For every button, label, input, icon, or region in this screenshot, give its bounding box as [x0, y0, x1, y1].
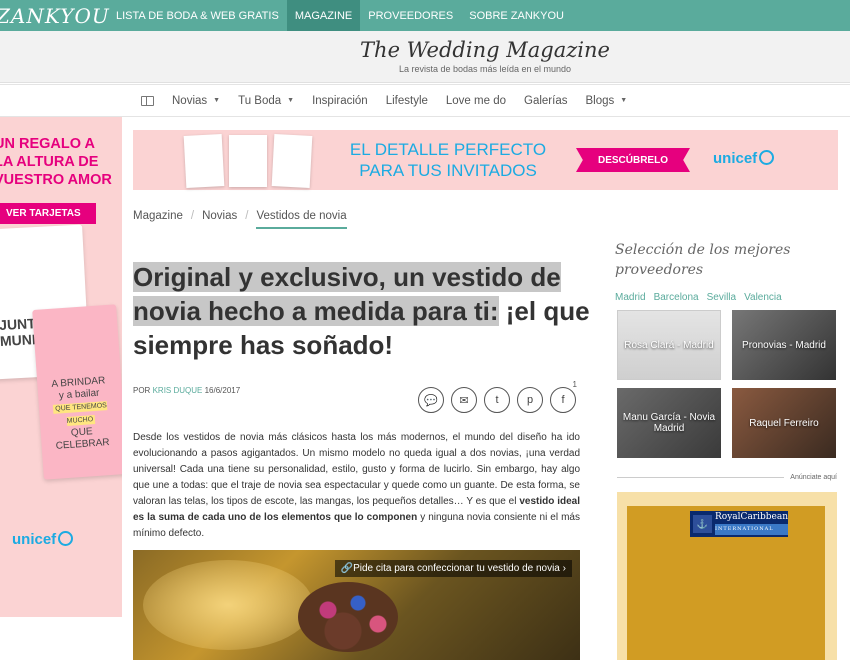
masthead: The Wedding Magazine La revista de bodas…	[0, 31, 850, 83]
breadcrumb-novias[interactable]: Novias	[202, 210, 237, 229]
unicef-logo: unicef	[12, 531, 74, 548]
ad-content: ⚓ RoyalCaribbean INTERNATIONAL	[627, 506, 825, 660]
envelope-icon: ✉	[459, 394, 469, 407]
twitter-share-button[interactable]: t	[484, 387, 510, 413]
top-nav-proveedores[interactable]: PROVEEDORES	[360, 0, 461, 31]
article-byline: POR KRIS DUQUE 16/6/2017	[133, 386, 241, 395]
section-nav-galerias[interactable]: Galerías	[524, 95, 567, 107]
breadcrumb-separator: /	[245, 210, 249, 222]
banner-headline: EL DETALLE PERFECTO PARA TUS INVITADOS	[349, 140, 547, 180]
speech-bubble-icon: 💬	[424, 394, 438, 407]
unicef-banner-ad[interactable]: EL DETALLE PERFECTO PARA TUS INVITADOS D…	[133, 130, 838, 190]
article-title: Original y exclusivo, un vestido de novi…	[133, 262, 590, 360]
section-nav-inspiracion[interactable]: Inspiración	[312, 95, 368, 107]
pide-cita-link[interactable]: 🔗Pide cita para confeccionar tu vestido …	[334, 560, 572, 577]
ad-card-thumbnail	[229, 135, 267, 187]
vendor-tile-manu-garcia[interactable]: Manu García - Novia Madrid	[617, 388, 721, 458]
vendor-tile-rosa-clara[interactable]: Rosa Clará - Madrid	[617, 310, 721, 380]
city-madrid[interactable]: Madrid	[615, 292, 646, 303]
anunciate-aqui-link[interactable]: Anúnciate aquí	[617, 474, 837, 481]
ad-card-thumbnail	[271, 134, 313, 188]
city-links: Madrid Barcelona Sevilla Valencia	[615, 292, 837, 303]
section-nav-blogs[interactable]: Blogs ▼	[585, 95, 627, 107]
city-sevilla[interactable]: Sevilla	[707, 292, 736, 303]
breadcrumb: Magazine / Novias / Vestidos de novia	[133, 210, 355, 229]
city-valencia[interactable]: Valencia	[744, 292, 782, 303]
vendor-tile-raquel-ferreiro[interactable]: Raquel Ferreiro	[732, 388, 836, 458]
zankyou-logo[interactable]: ZANKYOU	[0, 4, 109, 28]
link-icon: 🔗	[340, 563, 354, 574]
magazine-title[interactable]: The Wedding Magazine	[120, 38, 850, 62]
breadcrumb-separator: /	[190, 210, 195, 222]
ver-tarjetas-button[interactable]: VER TARJETAS	[0, 203, 96, 224]
descubrelo-button[interactable]: DESCÚBRELO	[576, 148, 690, 172]
ad-card-thumbnail	[183, 134, 225, 188]
breadcrumb-vestidos-de-novia[interactable]: Vestidos de novia	[256, 210, 347, 229]
ad-card-brindar: A BRINDAR y a bailar QUE TENEMOS MUCHO Q…	[32, 304, 122, 480]
caret-down-icon: ▼	[287, 97, 295, 104]
article-hero-photo: 🔗Pide cita para confeccionar tu vestido …	[133, 550, 580, 660]
breadcrumb-magazine[interactable]: Magazine	[133, 210, 183, 229]
top-nav-magazine[interactable]: MAGAZINE	[286, 0, 361, 31]
share-count: 1	[572, 380, 577, 389]
crown-anchor-icon: ⚓	[693, 515, 713, 533]
photo-light	[143, 560, 313, 650]
top-navigation-bar: ZANKYOU LISTA DE BODA & WEB GRATIS MAGAZ…	[0, 0, 850, 31]
section-navigation: Novias ▼ Tu Boda ▼ Inspiración Lifestyle L…	[0, 84, 850, 117]
section-nav-tu-boda[interactable]: Tu Boda ▼	[238, 95, 294, 107]
book-icon[interactable]	[141, 95, 154, 106]
caret-down-icon: ▼	[620, 97, 628, 104]
comment-button[interactable]: 💬	[418, 387, 444, 413]
unicef-logo: unicef	[713, 150, 775, 167]
vendor-tile-pronovias[interactable]: Pronovias - Madrid	[732, 310, 836, 380]
email-share-button[interactable]: ✉	[451, 387, 477, 413]
left-ad-headline: UN REGALO A LA ALTURA DE VUESTRO AMOR	[0, 136, 112, 188]
royal-caribbean-ad[interactable]: ⚓ RoyalCaribbean INTERNATIONAL	[617, 492, 837, 660]
share-buttons: 💬 ✉ t p f1	[418, 380, 583, 413]
author-link[interactable]: KRIS DUQUE	[153, 386, 203, 395]
article-date: 16/6/2017	[204, 386, 241, 395]
twitter-icon: t	[495, 394, 499, 406]
section-nav-love-me-do[interactable]: Love me do	[446, 95, 506, 107]
top-nav-lista-de-boda[interactable]: LISTA DE BODA & WEB GRATIS	[108, 0, 287, 31]
sidebar: Selección de los mejores proveedores Mad…	[615, 240, 837, 303]
chevron-right-icon: ›	[562, 563, 566, 574]
article-intro: Desde los vestidos de novia más clásicos…	[133, 432, 580, 539]
photo-flower-crown	[298, 582, 398, 652]
top-nav-sobre-zankyou[interactable]: SOBRE ZANKYOU	[461, 0, 572, 31]
sidebar-title: Selección de los mejores proveedores	[615, 242, 791, 278]
globe-icon	[759, 150, 775, 165]
royal-caribbean-logo: ⚓ RoyalCaribbean INTERNATIONAL	[690, 511, 788, 537]
section-nav-lifestyle[interactable]: Lifestyle	[386, 95, 428, 107]
section-nav-novias[interactable]: Novias ▼	[172, 95, 220, 107]
top-nav: LISTA DE BODA & WEB GRATIS MAGAZINE PROV…	[108, 0, 572, 31]
facebook-icon: f	[561, 394, 565, 406]
globe-icon	[58, 531, 74, 546]
left-skyscraper-ad[interactable]: UN REGALO A LA ALTURA DE VUESTRO AMOR VE…	[0, 117, 122, 617]
pinterest-icon: p	[526, 394, 534, 406]
facebook-share-button[interactable]: f1	[550, 380, 577, 413]
pinterest-share-button[interactable]: p	[517, 387, 543, 413]
city-barcelona[interactable]: Barcelona	[654, 292, 699, 303]
magazine-subtitle: La revista de bodas más leída en el mund…	[398, 64, 572, 74]
caret-down-icon: ▼	[213, 97, 221, 104]
